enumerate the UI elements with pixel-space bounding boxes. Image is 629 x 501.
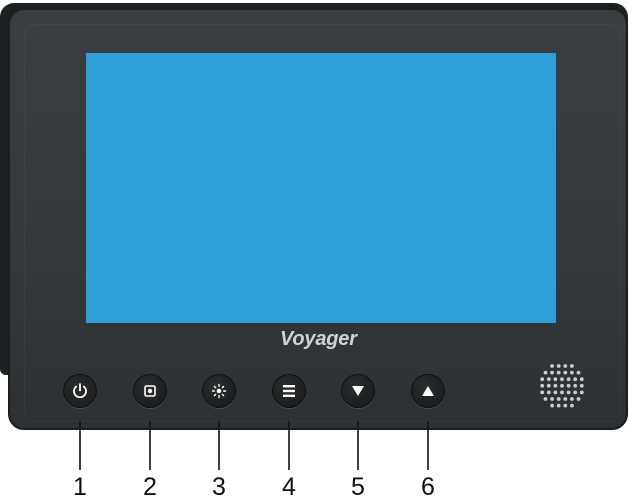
callout-number-3: 3 xyxy=(212,473,226,501)
source-button[interactable] xyxy=(133,374,167,408)
speaker-hole xyxy=(553,383,558,388)
speaker-hole xyxy=(543,397,548,401)
up-arrow-icon xyxy=(422,386,434,396)
callout-number-6: 6 xyxy=(421,473,435,501)
speaker-hole xyxy=(563,370,568,375)
down-button[interactable] xyxy=(341,374,375,408)
speaker-hole xyxy=(553,377,558,382)
speaker-grille xyxy=(533,362,591,410)
speaker-hole xyxy=(540,390,545,395)
speaker-hole xyxy=(573,390,578,395)
speaker-hole xyxy=(566,390,571,395)
speaker-hole xyxy=(570,397,574,401)
speaker-hole xyxy=(579,383,584,388)
speaker-hole xyxy=(546,377,551,382)
speaker-hole xyxy=(566,377,571,382)
speaker-hole xyxy=(579,377,584,382)
speaker-hole xyxy=(576,397,581,401)
power-button[interactable] xyxy=(63,374,97,408)
speaker-hole xyxy=(556,397,561,401)
speaker-hole xyxy=(566,383,571,388)
brand-logo: Voyager xyxy=(280,328,357,350)
speaker-hole xyxy=(563,397,568,401)
down-arrow-icon xyxy=(352,386,364,396)
speaker-hole xyxy=(553,390,558,395)
callout-number-1: 1 xyxy=(73,473,87,501)
speaker-hole xyxy=(576,370,581,375)
speaker-hole xyxy=(579,390,584,395)
speaker-hole xyxy=(550,403,554,408)
speaker-hole xyxy=(556,403,561,408)
speaker-hole xyxy=(546,383,551,388)
display-screen xyxy=(86,53,556,323)
brightness-button[interactable] xyxy=(202,374,236,408)
callout-number-4: 4 xyxy=(282,473,296,501)
speaker-hole xyxy=(560,390,564,395)
power-icon xyxy=(73,383,87,399)
speaker-hole xyxy=(550,397,554,401)
speaker-hole xyxy=(556,370,561,375)
menu-icon xyxy=(283,384,295,397)
speaker-hole xyxy=(560,377,564,382)
speaker-hole xyxy=(540,383,545,388)
speaker-hole xyxy=(556,364,561,368)
callout-number-5: 5 xyxy=(351,473,365,501)
speaker-grille-icon xyxy=(540,364,584,408)
brightness-icon xyxy=(211,383,227,399)
speaker-hole xyxy=(573,383,578,388)
speaker-hole xyxy=(550,370,554,375)
speaker-hole xyxy=(540,377,545,382)
menu-button[interactable] xyxy=(272,374,306,408)
speaker-hole xyxy=(560,383,564,388)
speaker-hole xyxy=(573,377,578,382)
speaker-hole xyxy=(563,403,568,408)
speaker-hole xyxy=(550,364,554,368)
up-button[interactable] xyxy=(411,374,445,408)
speaker-hole xyxy=(546,390,551,395)
callout-number-2: 2 xyxy=(143,473,157,501)
speaker-hole xyxy=(563,364,568,368)
speaker-hole xyxy=(570,370,574,375)
speaker-hole xyxy=(543,370,548,375)
speaker-hole xyxy=(570,364,574,368)
speaker-hole xyxy=(570,403,574,408)
source-icon xyxy=(144,385,156,397)
